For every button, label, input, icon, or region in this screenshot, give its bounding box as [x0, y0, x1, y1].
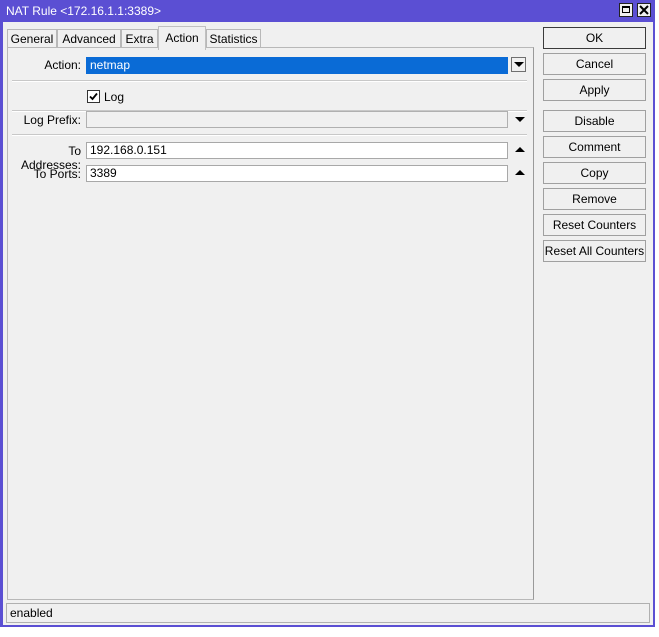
- reset-counters-button[interactable]: Reset Counters: [543, 214, 646, 236]
- to-ports-label: To Ports:: [33, 167, 81, 181]
- close-icon[interactable]: [637, 3, 651, 17]
- to-addresses-input[interactable]: 192.168.0.151: [86, 142, 508, 159]
- tab-extra[interactable]: Extra: [121, 29, 158, 49]
- collapse-up-icon[interactable]: [515, 170, 525, 175]
- to-ports-input[interactable]: 3389: [86, 165, 508, 182]
- expand-down-icon[interactable]: [515, 117, 525, 122]
- log-prefix-label: Log Prefix:: [23, 113, 81, 127]
- action-tab-panel: Action: netmap Log Log Prefix: To Addres…: [7, 47, 534, 600]
- tab-general[interactable]: General: [7, 29, 57, 49]
- checkmark-icon: [89, 92, 98, 101]
- status-text: enabled: [10, 606, 53, 620]
- comment-button[interactable]: Comment: [543, 136, 646, 158]
- collapse-up-icon[interactable]: [515, 147, 525, 152]
- tab-advanced[interactable]: Advanced: [57, 29, 121, 49]
- maximize-icon[interactable]: [619, 3, 633, 17]
- action-dropdown-button[interactable]: [511, 57, 526, 72]
- tab-action[interactable]: Action: [158, 26, 206, 50]
- cancel-button[interactable]: Cancel: [543, 53, 646, 75]
- separator: [12, 134, 527, 136]
- action-label: Action:: [44, 58, 81, 72]
- tab-statistics[interactable]: Statistics: [206, 29, 261, 49]
- separator: [12, 80, 527, 82]
- nat-rule-window: NAT Rule <172.16.1.1:3389> General Advan…: [0, 0, 655, 627]
- ok-button[interactable]: OK: [543, 27, 646, 49]
- remove-button[interactable]: Remove: [543, 188, 646, 210]
- chevron-down-icon: [514, 62, 524, 67]
- reset-all-counters-button[interactable]: Reset All Counters: [543, 240, 646, 262]
- log-checkbox[interactable]: [87, 90, 100, 103]
- log-label: Log: [104, 90, 125, 104]
- action-select[interactable]: netmap: [86, 57, 508, 74]
- log-prefix-input[interactable]: [86, 111, 508, 128]
- apply-button[interactable]: Apply: [543, 79, 646, 101]
- window-title: NAT Rule <172.16.1.1:3389>: [6, 4, 162, 18]
- copy-button[interactable]: Copy: [543, 162, 646, 184]
- title-bar[interactable]: NAT Rule <172.16.1.1:3389>: [0, 0, 655, 22]
- window-client-area: General Advanced Extra Action Statistics…: [3, 22, 653, 625]
- status-bar: enabled: [6, 603, 650, 623]
- disable-button[interactable]: Disable: [543, 110, 646, 132]
